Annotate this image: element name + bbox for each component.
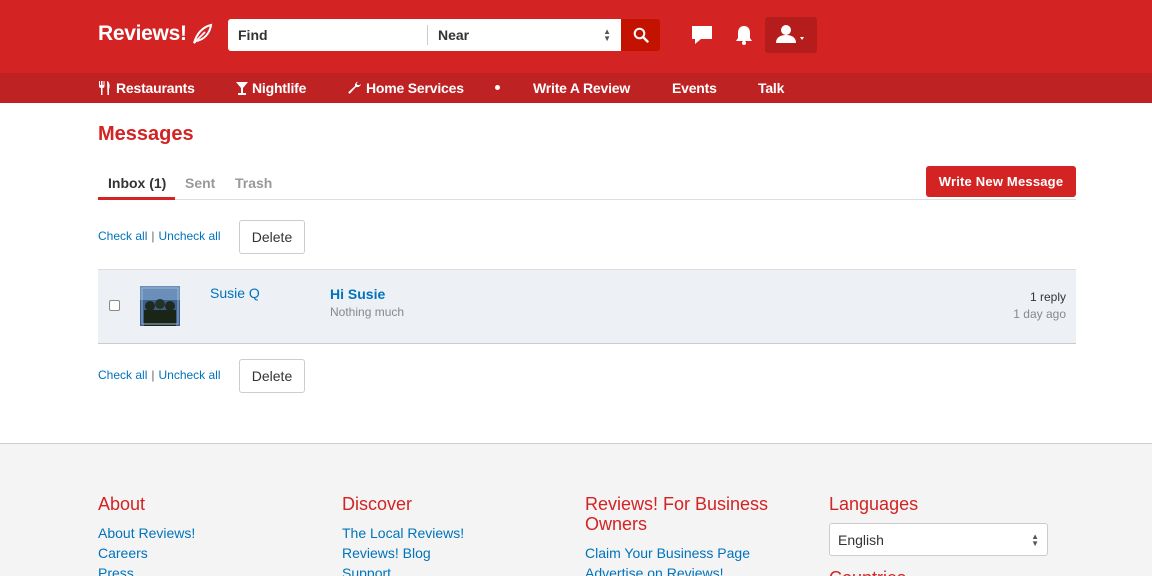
reply-count: 1 reply: [1029, 290, 1066, 304]
cocktail-icon: [236, 82, 248, 95]
footer-link[interactable]: Reviews! Blog: [342, 543, 562, 563]
message-subject-link[interactable]: Hi Susie: [330, 286, 385, 302]
near-placeholder: Near: [438, 27, 470, 43]
search-icon: [633, 27, 649, 43]
message-row[interactable]: Susie Q Hi Susie Nothing much 1 reply 1 …: [98, 269, 1076, 344]
footer-about: About About Reviews! Careers Press: [98, 494, 318, 576]
write-new-message-button[interactable]: Write New Message: [926, 166, 1076, 197]
search-divider: [427, 25, 428, 45]
search-button[interactable]: [621, 19, 660, 51]
user-menu-button[interactable]: [765, 17, 817, 53]
footer-heading: Reviews! For Business Owners: [585, 494, 769, 534]
message-sender-link[interactable]: Susie Q: [210, 285, 260, 301]
site-footer: About About Reviews! Careers Press Disco…: [0, 443, 1152, 576]
nav-write-review[interactable]: Write A Review: [533, 73, 630, 103]
uncheck-all-link[interactable]: Uncheck all: [158, 229, 220, 243]
leaf-icon: [192, 23, 212, 44]
message-checkbox[interactable]: [109, 300, 120, 311]
bulk-select-top: Check all | Uncheck all: [98, 229, 221, 243]
footer-link[interactable]: Press: [98, 563, 318, 576]
select-arrows-icon: ▲ ▼: [603, 27, 611, 43]
tab-trash[interactable]: Trash: [235, 175, 272, 191]
footer-heading: About: [98, 494, 146, 514]
footer-link[interactable]: Careers: [98, 543, 318, 563]
nav-separator-dot: [495, 85, 500, 90]
nav-label: Nightlife: [252, 80, 307, 96]
message-preview: Nothing much: [330, 305, 405, 319]
wrench-icon: [348, 81, 361, 94]
nav-label: Restaurants: [116, 80, 195, 96]
top-header: Reviews! Find Near ▲ ▼: [0, 0, 1152, 73]
language-select[interactable]: English ▲ ▼: [829, 523, 1048, 556]
nav-home-services[interactable]: Home Services: [348, 73, 464, 103]
footer-languages: Languages English ▲▼ Countries: [829, 494, 1049, 576]
uncheck-all-link[interactable]: Uncheck all: [158, 368, 220, 382]
check-all-link[interactable]: Check all: [98, 368, 147, 382]
notifications-bell-icon[interactable]: [734, 24, 754, 51]
nav-label: Write A Review: [533, 80, 631, 96]
delete-button-top[interactable]: Delete: [239, 220, 305, 254]
nav-restaurants[interactable]: Restaurants: [98, 73, 195, 103]
page-title: Messages: [98, 123, 194, 145]
search-bar: Find Near ▲ ▼: [228, 19, 660, 51]
footer-link[interactable]: Advertise on Reviews!: [585, 563, 785, 576]
logo-text: Reviews!: [98, 22, 187, 45]
fork-knife-icon: [99, 81, 110, 95]
delete-button-bottom[interactable]: Delete: [239, 359, 305, 393]
bulk-select-bottom: Check all | Uncheck all: [98, 368, 221, 382]
active-tab-indicator: [98, 197, 175, 200]
language-selected: English: [838, 531, 884, 548]
site-logo[interactable]: Reviews!: [98, 22, 213, 46]
nav-nightlife[interactable]: Nightlife: [236, 73, 306, 103]
category-nav: Restaurants Nightlife Home Services Writ…: [0, 73, 1152, 103]
messages-icon[interactable]: [690, 24, 714, 51]
nav-events[interactable]: Events: [672, 73, 717, 103]
link-separator: |: [151, 229, 155, 243]
find-input[interactable]: Find: [228, 19, 428, 51]
footer-link[interactable]: Support: [342, 563, 562, 576]
footer-heading: Discover: [342, 494, 413, 514]
nav-label: Talk: [758, 80, 785, 96]
footer-countries-heading: Countries: [829, 568, 1049, 576]
nav-label: Home Services: [366, 80, 464, 96]
footer-discover: Discover The Local Reviews! Reviews! Blo…: [342, 494, 562, 576]
footer-heading: Languages: [829, 494, 919, 514]
select-arrows-icon: ▲ ▼: [1031, 531, 1039, 548]
sender-avatar[interactable]: [140, 286, 180, 326]
find-placeholder: Find: [238, 27, 268, 43]
footer-link[interactable]: About Reviews!: [98, 523, 318, 543]
nav-talk[interactable]: Talk: [758, 73, 784, 103]
link-separator: |: [151, 368, 155, 382]
footer-link[interactable]: Claim Your Business Page: [585, 543, 785, 563]
tab-inbox[interactable]: Inbox (1): [108, 175, 166, 191]
nav-label: Events: [672, 80, 717, 96]
user-avatar-icon: [776, 25, 804, 43]
footer-business: Reviews! For Business Owners Claim Your …: [585, 494, 785, 576]
message-timestamp: 1 day ago: [1013, 307, 1066, 321]
check-all-link[interactable]: Check all: [98, 229, 147, 243]
tab-sent[interactable]: Sent: [185, 175, 215, 191]
near-select[interactable]: Near ▲ ▼: [428, 19, 621, 51]
footer-link[interactable]: The Local Reviews!: [342, 523, 562, 543]
